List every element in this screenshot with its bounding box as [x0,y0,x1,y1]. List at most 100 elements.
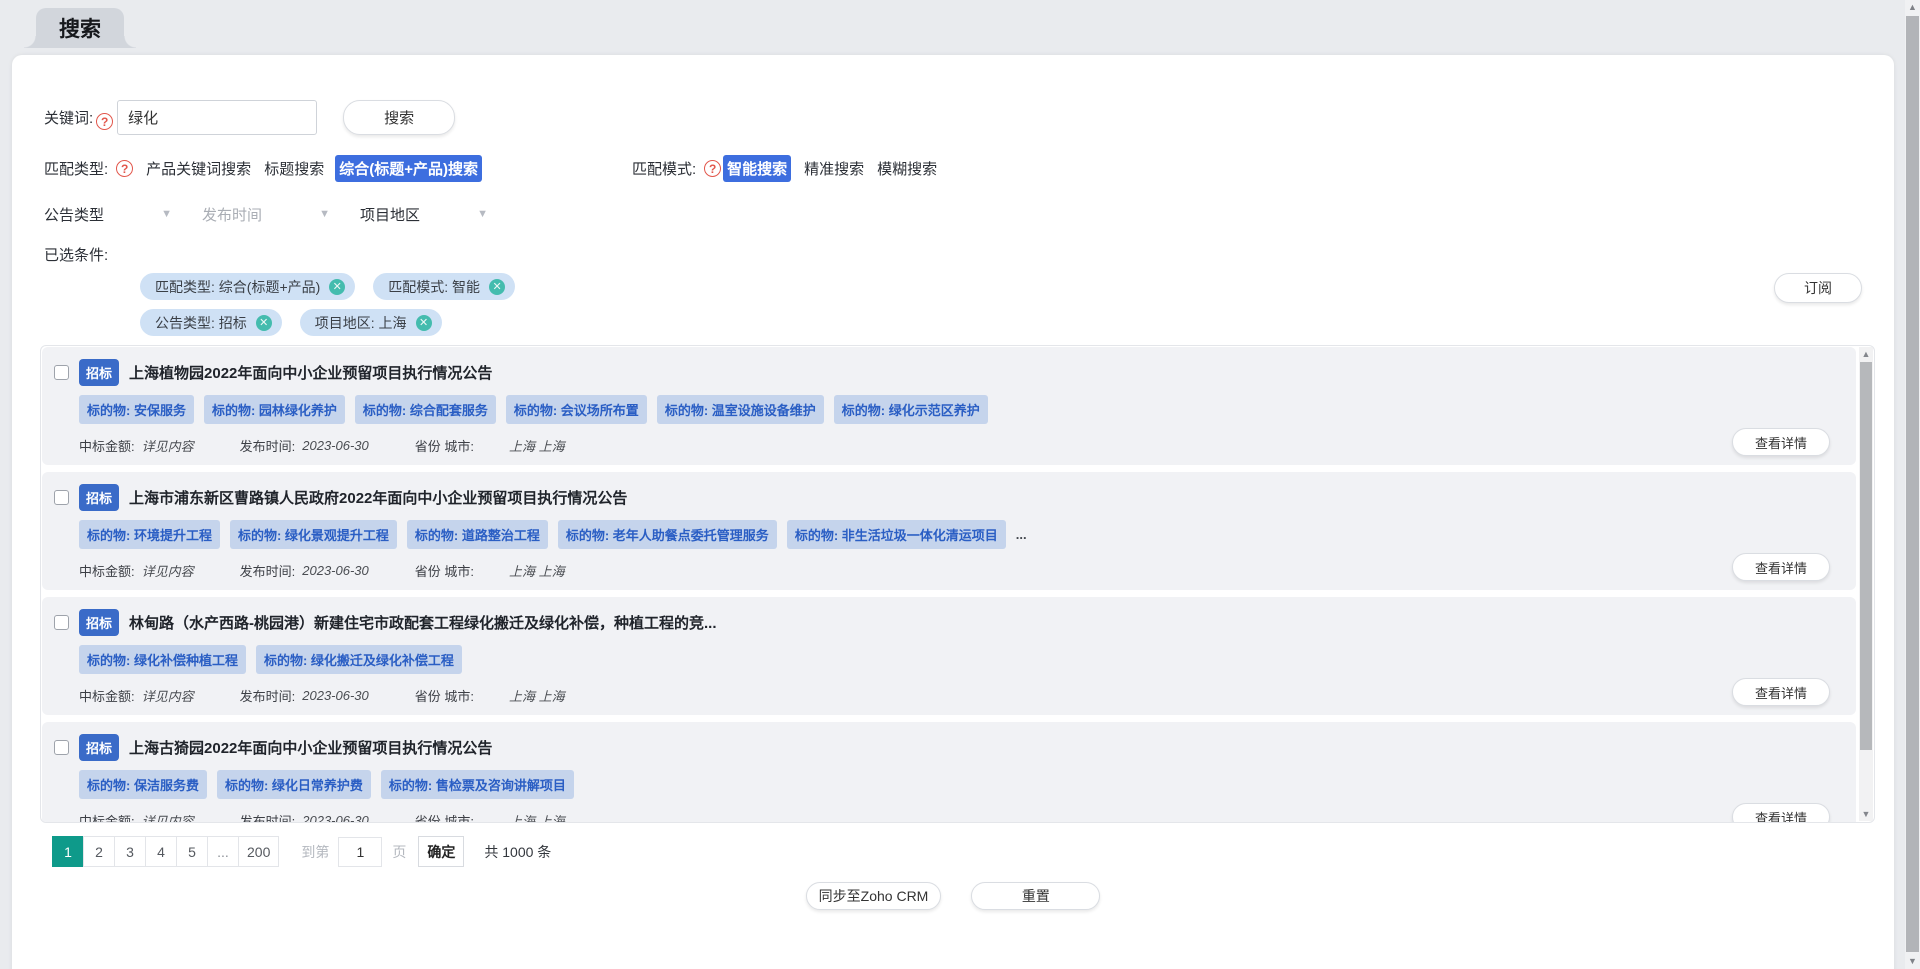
result-checkbox[interactable] [54,365,69,380]
subject-tag[interactable]: 标的物: 非生活垃圾一体化清运项目 [787,520,1006,549]
help-icon[interactable]: ? [96,113,113,130]
goto-page-input[interactable] [338,837,382,867]
match-type-option[interactable]: 产品关键词搜索 [146,158,251,179]
filter-label: 项目地区 [360,204,420,225]
publish-date-label: 发布时间: [240,436,296,455]
filter-dropdown[interactable]: 发布时间▼ [202,201,360,227]
match-mode-option[interactable]: 智能搜索 [723,155,791,182]
subscribe-button[interactable]: 订阅 [1774,273,1862,303]
remove-condition-icon[interactable]: ✕ [256,315,272,331]
match-type-option[interactable]: 综合(标题+产品)搜索 [335,155,482,182]
scroll-up-icon[interactable]: ▲ [1859,347,1873,361]
remove-condition-icon[interactable]: ✕ [329,279,345,295]
page-button[interactable]: 5 [176,836,208,867]
condition-rows: 匹配类型: 综合(标题+产品)✕ 匹配模式: 智能 ✕ 公告类型: 招标 ✕ 项目地区: … [140,273,1862,336]
view-details-button[interactable]: 查看详情 [1732,803,1830,823]
search-button[interactable]: 搜索 [343,100,455,135]
subject-tag[interactable]: 标的物: 绿化补偿种植工程 [79,645,246,674]
result-card: 招标 上海植物园2022年面向中小企业预留项目执行情况公告 标的物: 安保服务标… [42,347,1856,465]
result-header: 招标 上海植物园2022年面向中小企业预留项目执行情况公告 [54,359,1840,386]
subject-tag[interactable]: 标的物: 绿化搬迁及绿化补偿工程 [256,645,462,674]
view-details-button[interactable]: 查看详情 [1732,553,1830,581]
help-icon[interactable]: ? [116,160,133,177]
condition-text: 公告类型: 招标 [155,313,247,333]
subject-tag[interactable]: 标的物: 老年人助餐点委托管理服务 [558,520,777,549]
amount-value: 详见内容 [142,811,194,823]
match-type-options: 产品关键词搜索标题搜索综合(标题+产品)搜索 [133,155,482,182]
filter-dropdown[interactable]: 公告类型▼ [44,201,202,227]
view-details-button[interactable]: 查看详情 [1732,428,1830,456]
result-checkbox[interactable] [54,740,69,755]
scroll-down-icon[interactable]: ▼ [1859,807,1873,821]
match-mode-option[interactable]: 精准搜索 [804,158,864,179]
match-type-option[interactable]: 标题搜索 [264,158,324,179]
result-checkbox[interactable] [54,615,69,630]
scroll-down-icon[interactable]: ▼ [1905,954,1920,969]
list-scrollbar[interactable]: ▲ ▼ [1859,347,1873,821]
page-scrollbar[interactable]: ▲ ▼ [1905,0,1920,969]
result-header: 招标 上海市浦东新区曹路镇人民政府2022年面向中小企业预留项目执行情况公告 [54,484,1840,511]
reset-button[interactable]: 重置 [971,882,1100,910]
result-tags: 标的物: 绿化补偿种植工程标的物: 绿化搬迁及绿化补偿工程 [79,645,1840,674]
help-icon[interactable]: ? [704,160,721,177]
subject-tag[interactable]: 标的物: 售检票及咨询讲解项目 [381,770,574,799]
condition-pill: 匹配模式: 智能 ✕ [373,273,515,300]
match-mode-label: 匹配模式: [632,158,696,179]
subject-tag[interactable]: 标的物: 环境提升工程 [79,520,220,549]
subject-tag[interactable]: 标的物: 绿化日常养护费 [217,770,371,799]
subject-tag[interactable]: 标的物: 绿化示范区养护 [834,395,988,424]
scroll-up-icon[interactable]: ▲ [1905,0,1920,15]
result-title[interactable]: 林甸路（水产西路-桃园港）新建住宅市政配套工程绿化搬迁及绿化补偿，种植工程的竞.… [129,612,717,633]
list-scrollbar-thumb[interactable] [1860,362,1872,750]
condition-text: 匹配模式: 智能 [388,277,480,297]
subject-tag[interactable]: 标的物: 安保服务 [79,395,194,424]
subject-tag[interactable]: 标的物: 会议场所布置 [506,395,647,424]
result-title[interactable]: 上海市浦东新区曹路镇人民政府2022年面向中小企业预留项目执行情况公告 [129,487,627,508]
publish-date-value: 2023-06-30 [302,438,369,453]
region-value: 上海 上海 [509,686,565,705]
result-meta: 中标金额:详见内容 发布时间:2023-06-30 省份 城市:上海 上海 [79,686,1840,705]
region-value: 上海 上海 [509,811,565,823]
pagination-pages: 12345...200 [52,836,279,867]
subject-tag[interactable]: 标的物: 道路整治工程 [407,520,548,549]
tab-search[interactable]: 搜索 [36,8,124,48]
page-scrollbar-thumb[interactable] [1906,16,1919,952]
subject-tag[interactable]: 标的物: 园林绿化养护 [204,395,345,424]
result-title[interactable]: 上海植物园2022年面向中小企业预留项目执行情况公告 [129,362,492,383]
result-title[interactable]: 上海古猗园2022年面向中小企业预留项目执行情况公告 [129,737,492,758]
region-label: 省份 城市: [415,686,474,705]
subject-tag[interactable]: 标的物: 保洁服务费 [79,770,207,799]
result-meta: 中标金额:详见内容 发布时间:2023-06-30 省份 城市:上海 上海 [79,811,1840,823]
tags-ellipsis: ... [1016,527,1027,542]
condition-text: 项目地区: 上海 [315,313,407,333]
page-button[interactable]: 2 [83,836,115,867]
remove-condition-icon[interactable]: ✕ [416,315,432,331]
filter-label: 发布时间 [202,204,262,225]
subject-tag[interactable]: 标的物: 综合配套服务 [355,395,496,424]
subject-tag[interactable]: 标的物: 绿化景观提升工程 [230,520,397,549]
result-header: 招标 林甸路（水产西路-桃园港）新建住宅市政配套工程绿化搬迁及绿化补偿，种植工程… [54,609,1840,636]
page-button[interactable]: 4 [145,836,177,867]
page-button[interactable]: 200 [238,836,279,867]
goto-confirm-button[interactable]: 确定 [418,836,464,867]
result-checkbox[interactable] [54,490,69,505]
match-mode-option[interactable]: 模糊搜索 [877,158,937,179]
view-details-button[interactable]: 查看详情 [1732,678,1830,706]
amount-label: 中标金额: [79,686,135,705]
result-card: 招标 林甸路（水产西路-桃园港）新建住宅市政配套工程绿化搬迁及绿化补偿，种植工程… [42,597,1856,715]
page-ellipsis[interactable]: ... [207,836,239,867]
filter-dropdown[interactable]: 项目地区▼ [360,201,518,227]
match-type-group: 匹配类型: ? 产品关键词搜索标题搜索综合(标题+产品)搜索 [44,155,482,182]
page-button[interactable]: 3 [114,836,146,867]
page-button[interactable]: 1 [52,836,84,867]
match-type-label: 匹配类型: [44,158,108,179]
result-meta: 中标金额:详见内容 发布时间:2023-06-30 省份 城市:上海 上海 [79,561,1840,580]
subject-tag[interactable]: 标的物: 温室设施设备维护 [657,395,824,424]
condition-pill: 匹配类型: 综合(标题+产品)✕ [140,273,355,300]
keyword-input[interactable] [117,100,317,135]
remove-condition-icon[interactable]: ✕ [489,279,505,295]
publish-date-label: 发布时间: [240,686,296,705]
region-value: 上海 上海 [509,436,565,455]
sync-zoho-button[interactable]: 同步至Zoho CRM [806,882,942,910]
chevron-down-icon: ▼ [161,208,172,220]
